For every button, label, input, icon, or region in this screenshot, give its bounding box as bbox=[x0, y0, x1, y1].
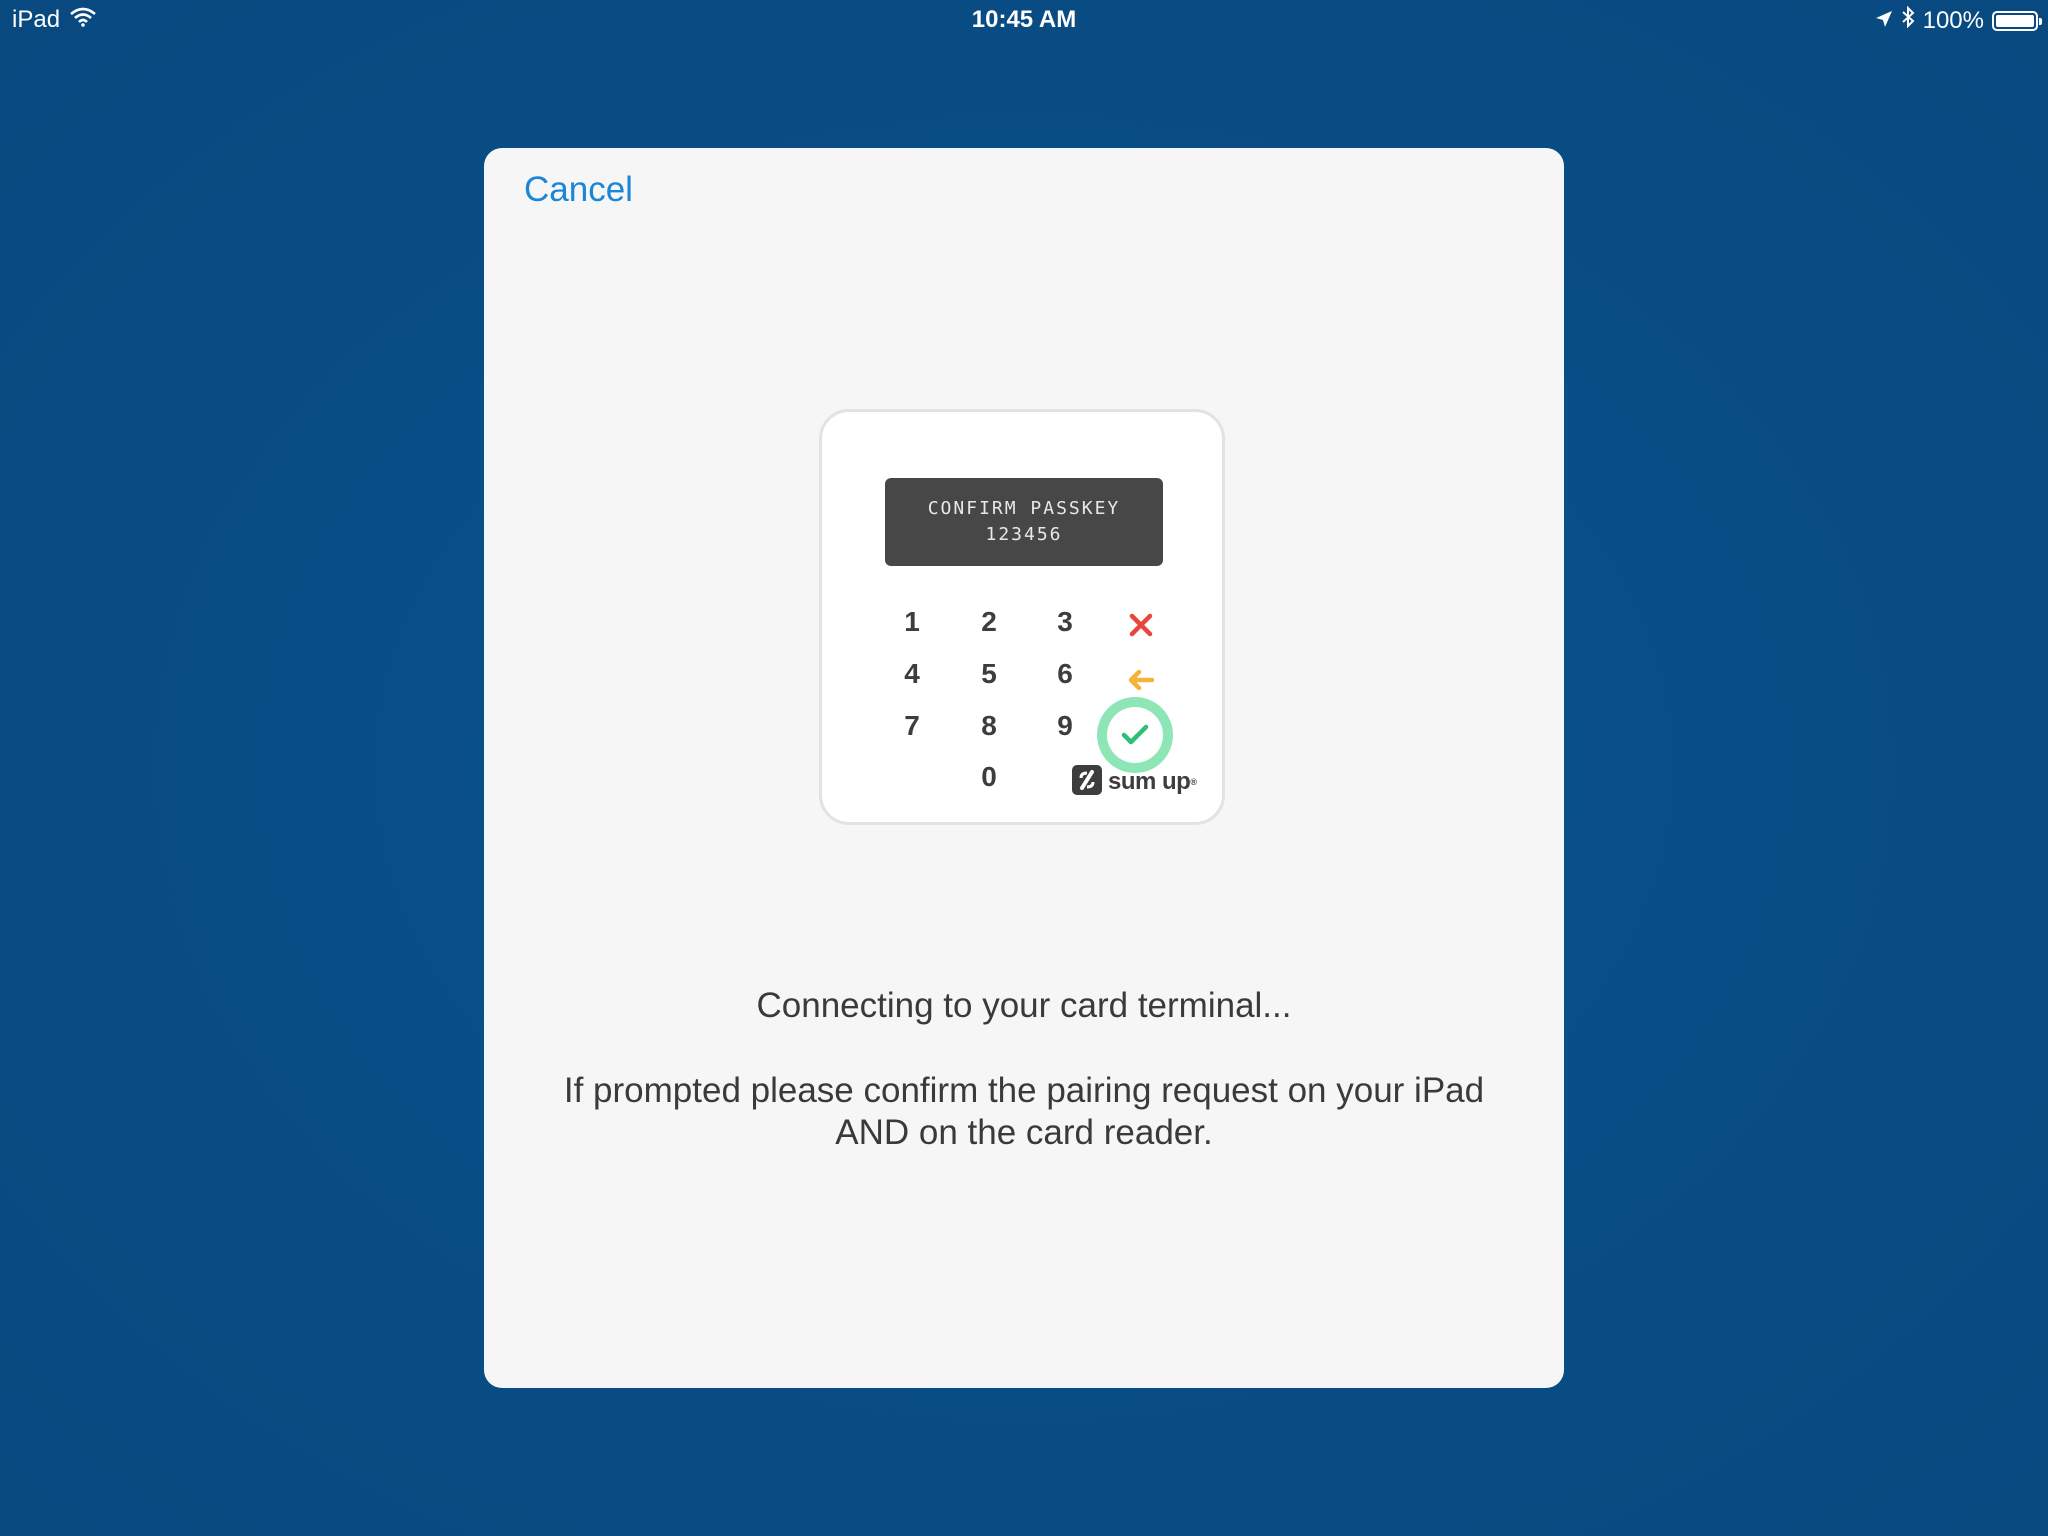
reader-screen-line1: CONFIRM PASSKEY bbox=[927, 498, 1121, 519]
close-icon bbox=[1126, 610, 1156, 640]
sumup-logo-mark bbox=[1072, 765, 1102, 795]
reader-key-4: 4 bbox=[904, 658, 920, 689]
battery-icon bbox=[1992, 10, 2042, 31]
reader-key-3: 3 bbox=[1057, 606, 1073, 637]
reader-key-8: 8 bbox=[981, 710, 997, 741]
pairing-instructions: If prompted please confirm the pairing r… bbox=[563, 1071, 1485, 1152]
reader-key-7: 7 bbox=[904, 710, 920, 741]
pairing-modal: Cancel CONFIRM PASSKEY 123456 1 2 3 4 5 … bbox=[484, 148, 1564, 1388]
connecting-title: Connecting to your card terminal... bbox=[756, 986, 1292, 1025]
ok-key bbox=[1097, 697, 1173, 773]
reader-key-1: 1 bbox=[904, 606, 920, 637]
battery-percent: 100% bbox=[1922, 6, 1984, 34]
status-bar: iPad 10:45 AM 100% bbox=[0, 0, 2048, 40]
reader-key-6: 6 bbox=[1057, 658, 1073, 689]
reader-screen-line2: 123456 bbox=[985, 524, 1063, 545]
reader-screen: CONFIRM PASSKEY 123456 bbox=[885, 478, 1163, 566]
sumup-logo-text: sum up® bbox=[1108, 768, 1197, 795]
status-time: 10:45 AM bbox=[971, 6, 1077, 33]
reader-key-5: 5 bbox=[981, 658, 997, 689]
reader-key-2: 2 bbox=[981, 606, 997, 637]
reader-key-0: 0 bbox=[981, 761, 997, 792]
sumup-logo: sum up® bbox=[1072, 765, 1197, 795]
status-right: 100% bbox=[1875, 5, 2042, 35]
bluetooth-icon bbox=[1901, 5, 1915, 35]
cancel-button[interactable]: Cancel bbox=[524, 170, 633, 210]
reader-key-9: 9 bbox=[1057, 710, 1073, 741]
card-reader-illustration: CONFIRM PASSKEY 123456 1 2 3 4 5 6 7 8 9… bbox=[819, 409, 1225, 825]
arrow-left-icon bbox=[1126, 666, 1156, 691]
checkmark-icon bbox=[1121, 724, 1149, 745]
location-arrow-icon bbox=[1875, 7, 1893, 35]
